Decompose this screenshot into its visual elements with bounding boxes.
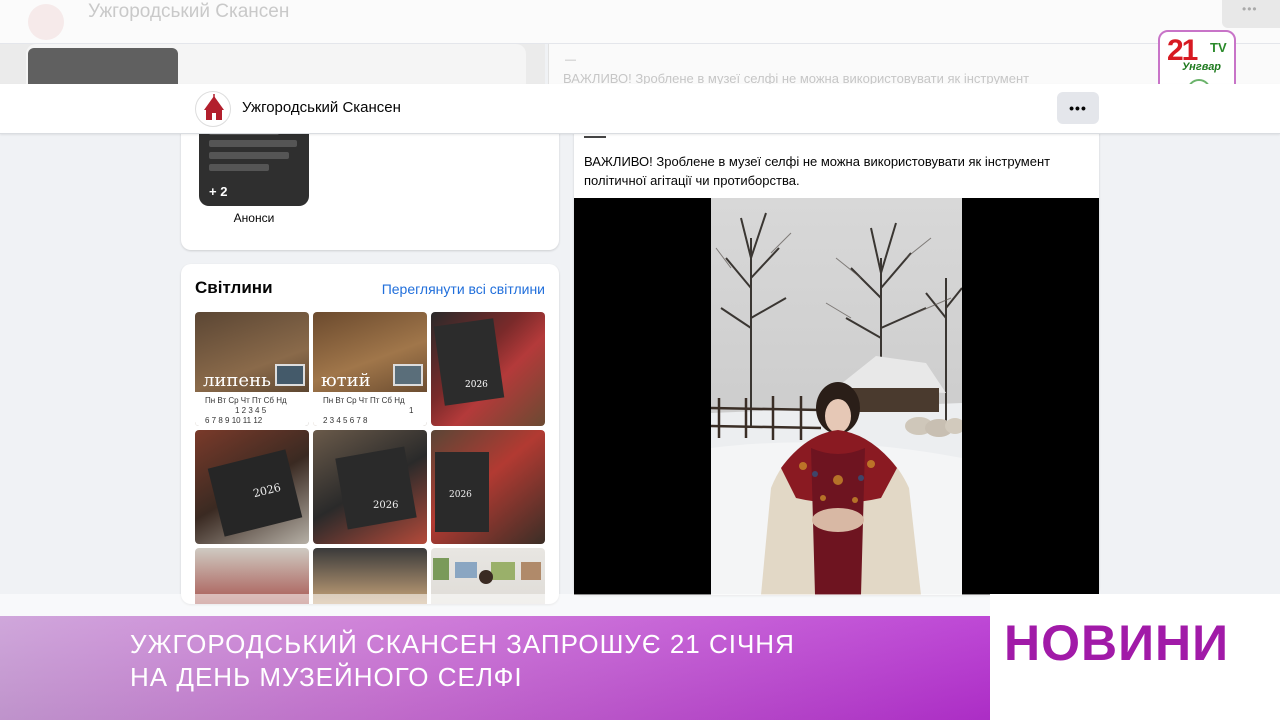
photos-card: Світлини Переглянути всі світлини липень… <box>181 264 559 604</box>
background-left-column <box>0 44 545 89</box>
page-avatar[interactable] <box>195 91 231 127</box>
winter-selfie-scene <box>711 198 962 595</box>
post-card: ВАЖЛИВО! Зроблене в музеї селфі не можна… <box>574 120 1099 595</box>
channel-city: Унгвар <box>1182 61 1222 73</box>
post-text: ВАЖЛИВО! Зроблене в музеї селфі не можна… <box>584 154 1051 188</box>
photos-title: Світлини <box>195 278 273 297</box>
sticky-page-bar: Ужгородський Скансен ••• <box>0 84 1280 134</box>
news-headline-line-1: УЖГОРОДСЬКИЙ СКАНСЕН ЗАПРОШУЄ 21 СІЧНЯ <box>130 629 795 659</box>
announcements-label[interactable]: Анонси <box>199 211 309 225</box>
video-frame <box>711 198 962 595</box>
photo-thumbnail-calendar-stack[interactable]: 2026 <box>431 312 545 426</box>
scansen-logo-icon <box>204 94 224 120</box>
page-name[interactable]: Ужгородський Скансен <box>242 99 401 116</box>
background-page-title: Ужгородський Скансен <box>88 1 290 22</box>
photo-thumbnail-calendar-july[interactable]: липень Пн Вт Ср Чт Пт Сб Нд 1 2 3 4 5 6 … <box>195 312 309 426</box>
background-page-logo <box>28 4 64 40</box>
photo-thumbnail-calendar-hand[interactable]: 2026 <box>313 430 427 544</box>
announcements-card: + 2 Анонси <box>181 120 559 250</box>
post-video[interactable] <box>574 198 1099 595</box>
news-headline: УЖГОРОДСЬКИЙ СКАНСЕН ЗАПРОШУЄ 21 СІЧНЯ Н… <box>130 628 795 694</box>
see-all-photos-link[interactable]: Переглянути всі світлини <box>382 281 545 297</box>
news-headline-line-2: НА ДЕНЬ МУЗЕЙНОГО СЕЛФІ <box>130 662 523 692</box>
background-menu-button[interactable] <box>1222 0 1280 28</box>
announcements-count: + 2 <box>209 184 228 199</box>
background-page-header: Ужгородський Скансен <box>0 0 1280 44</box>
post-divider <box>584 136 606 138</box>
background-thumbnail <box>28 48 178 89</box>
news-headline-bar: УЖГОРОДСЬКИЙ СКАНСЕН ЗАПРОШУЄ 21 СІЧНЯ Н… <box>0 616 990 720</box>
photo-thumbnail-calendar-february[interactable]: ютий Пн Вт Ср Чт Пт Сб Нд 1 2 3 4 5 6 7 … <box>313 312 427 426</box>
news-label-box: НОВИНИ <box>990 594 1280 720</box>
channel-tv-label: TV <box>1210 40 1227 55</box>
photo-thumbnail-calendar-table[interactable]: 2026 <box>195 430 309 544</box>
more-options-button[interactable]: ••• <box>1057 92 1099 124</box>
photo-thumbnail-calendar-wall[interactable]: 2026 <box>431 430 545 544</box>
news-label: НОВИНИ <box>1004 615 1230 671</box>
